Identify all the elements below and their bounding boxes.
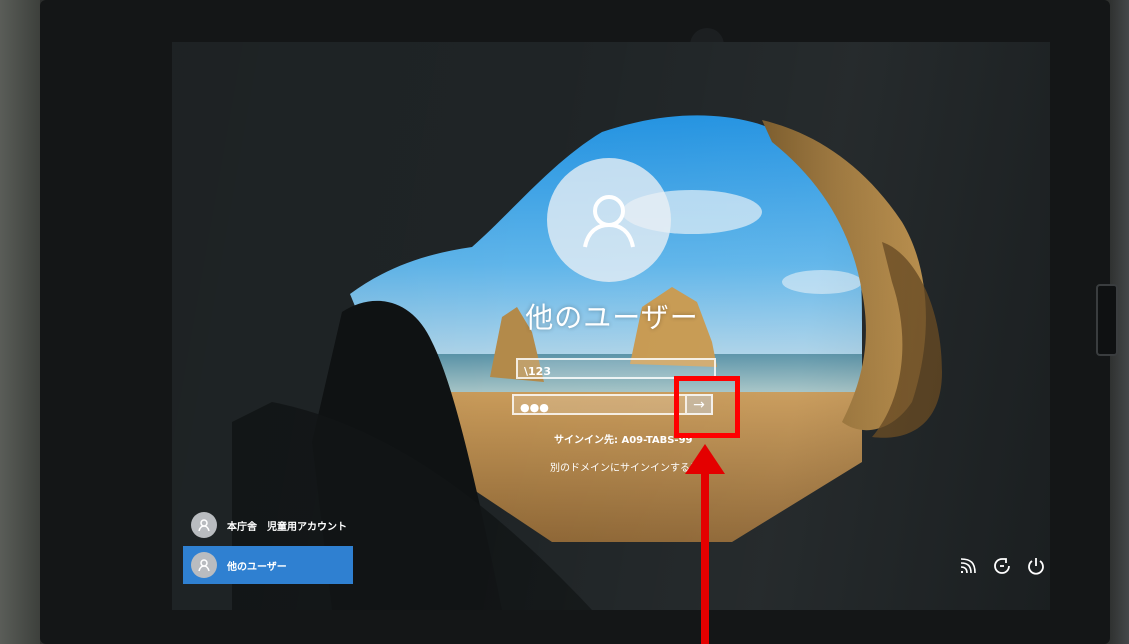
user-avatar [191,512,217,538]
password-field[interactable] [512,394,687,416]
lock-screen: 他のユーザー → サインイン先: A09-TABS-99 別のドメインにサインイ… [172,42,1050,610]
password-input[interactable] [514,399,685,416]
user-icon [198,559,210,572]
user-avatar-large [547,158,671,282]
other-domain-link[interactable]: 別のドメインにサインインするには [550,459,770,474]
user-icon [583,195,635,248]
login-title: 他のユーザー [525,301,699,334]
power-icon[interactable] [1026,556,1046,576]
user-list-item[interactable]: 本庁舎 児童用アカウント [183,506,353,544]
system-tray [958,556,1046,576]
ease-of-access-icon[interactable] [992,556,1012,576]
user-list-label: 本庁舎 児童用アカウント [227,521,347,533]
user-avatar [191,552,217,578]
network-icon[interactable] [958,556,978,576]
user-list-label: 他のユーザー [227,561,287,573]
annotation-arrow-shaft [701,470,709,644]
user-list-item-selected[interactable]: 他のユーザー [183,546,353,584]
user-icon [198,519,210,532]
annotation-highlight-box [674,376,740,438]
tablet-side-button [1096,284,1118,356]
background-wall [0,0,40,644]
